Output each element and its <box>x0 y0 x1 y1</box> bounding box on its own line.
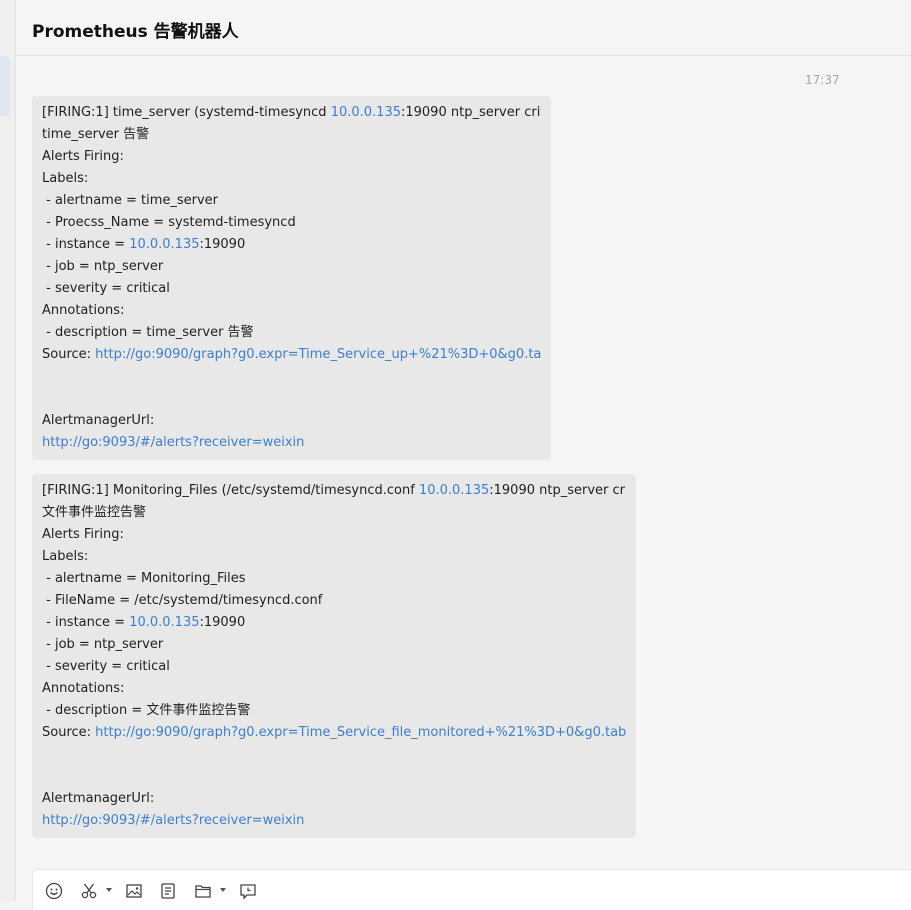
message-text: - description = 文件事件监控告警 <box>42 703 251 718</box>
image-icon[interactable] <box>123 880 145 902</box>
message-link[interactable]: http://go:9093/#/alerts?receiver=weixin <box>42 813 304 828</box>
message-text: AlertmanagerUrl: <box>42 413 155 428</box>
message-link[interactable]: http://go:9090/graph?g0.expr=Time_Servic… <box>95 347 541 362</box>
message-text: - severity = critical <box>42 281 170 296</box>
message-text: - alertname = time_server <box>42 193 219 208</box>
message-line: Alerts Firing: <box>42 524 626 546</box>
message-input-area[interactable] <box>32 869 911 910</box>
message-text: :19090 <box>199 237 246 252</box>
message-line: - instance = 10.0.0.135:19090 <box>42 234 541 256</box>
message-text: - job = ntp_server <box>42 259 164 274</box>
message-line: Source: http://go:9090/graph?g0.expr=Tim… <box>42 722 626 744</box>
message-link[interactable]: 10.0.0.135 <box>129 237 199 252</box>
message-line: - job = ntp_server <box>42 256 541 278</box>
message-line: Labels: <box>42 168 541 190</box>
message-text: - FileName = /etc/systemd/timesyncd.conf <box>42 593 323 608</box>
message-text: [FIRING:1] time_server (systemd-timesync… <box>42 105 331 120</box>
message-line: - FileName = /etc/systemd/timesyncd.conf <box>42 590 626 612</box>
selected-chat-indicator <box>0 56 10 116</box>
message-text: - instance = <box>42 237 130 252</box>
message-text: :19090 ntp_server critical) <box>489 483 626 498</box>
message-timestamp: 17:37 <box>805 73 840 87</box>
message-line: http://go:9093/#/alerts?receiver=weixin <box>42 432 541 454</box>
message-line <box>42 388 541 410</box>
message-line <box>42 766 626 788</box>
message-link[interactable]: 10.0.0.135 <box>331 105 401 120</box>
message-text: - alertname = Monitoring_Files <box>42 571 246 586</box>
message-text: - Proecss_Name = systemd-timesyncd <box>42 215 296 230</box>
message-line: [FIRING:1] time_server (systemd-timesync… <box>42 102 541 124</box>
chat-title: Prometheus 告警机器人 <box>32 22 239 42</box>
message-link[interactable]: 10.0.0.135 <box>419 483 489 498</box>
message-text: :19090 ntp_server critical) <box>400 105 541 120</box>
message-line: - description = 文件事件监控告警 <box>42 700 626 722</box>
message-line: Annotations: <box>42 678 626 700</box>
message-text: 文件事件监控告警 <box>42 505 147 520</box>
emoji-icon[interactable] <box>43 880 65 902</box>
message-link[interactable]: http://go:9090/graph?g0.expr=Time_Servic… <box>95 725 626 740</box>
message-line: - alertname = Monitoring_Files <box>42 568 626 590</box>
message-bubble: [FIRING:1] Monitoring_Files (/etc/system… <box>32 474 636 838</box>
folder-icon[interactable] <box>192 880 214 902</box>
message-line: - instance = 10.0.0.135:19090 <box>42 612 626 634</box>
message-bubble: [FIRING:1] time_server (systemd-timesync… <box>32 96 551 460</box>
left-sidebar-strip <box>0 0 16 901</box>
message-line: Annotations: <box>42 300 541 322</box>
message-text: Alerts Firing: <box>42 527 124 542</box>
chat-header: Prometheus 告警机器人 <box>16 0 911 56</box>
message-line: Alerts Firing: <box>42 146 541 168</box>
message-text: Alerts Firing: <box>42 149 124 164</box>
message-text: - description = time_server 告警 <box>42 325 254 340</box>
message-text: Source: <box>42 347 96 362</box>
message-line: [FIRING:1] Monitoring_Files (/etc/system… <box>42 480 626 502</box>
folder-options-chevron-down-icon[interactable] <box>220 888 226 892</box>
message-line: - alertname = time_server <box>42 190 541 212</box>
message-text: - instance = <box>42 615 130 630</box>
message-text: Labels: <box>42 549 89 564</box>
message-line: - severity = critical <box>42 656 626 678</box>
message-link[interactable]: http://go:9093/#/alerts?receiver=weixin <box>42 435 304 450</box>
message-line: AlertmanagerUrl: <box>42 788 626 810</box>
message-line: Source: http://go:9090/graph?g0.expr=Tim… <box>42 344 541 366</box>
message-text: Labels: <box>42 171 89 186</box>
message-link[interactable]: 10.0.0.135 <box>129 615 199 630</box>
screenshot-options-chevron-down-icon[interactable] <box>106 888 112 892</box>
message-line: time_server 告警 <box>42 124 541 146</box>
message-line: Labels: <box>42 546 626 568</box>
message-text: Annotations: <box>42 303 125 318</box>
message-text: - job = ntp_server <box>42 637 164 652</box>
message-line <box>42 366 541 388</box>
message-text: AlertmanagerUrl: <box>42 791 155 806</box>
message-line: - severity = critical <box>42 278 541 300</box>
message-line: - description = time_server 告警 <box>42 322 541 344</box>
message-line: AlertmanagerUrl: <box>42 410 541 432</box>
message-line: - Proecss_Name = systemd-timesyncd <box>42 212 541 234</box>
message-text: - severity = critical <box>42 659 170 674</box>
message-text: time_server 告警 <box>42 127 150 142</box>
chat-history-icon[interactable] <box>237 880 259 902</box>
message-line: - job = ntp_server <box>42 634 626 656</box>
message-text: :19090 <box>199 615 246 630</box>
message-text: Source: <box>42 725 96 740</box>
message-line: 文件事件监控告警 <box>42 502 626 524</box>
message-line: http://go:9093/#/alerts?receiver=weixin <box>42 810 626 832</box>
document-icon[interactable] <box>157 880 179 902</box>
message-text: [FIRING:1] Monitoring_Files (/etc/system… <box>42 483 419 498</box>
message-line <box>42 744 626 766</box>
screenshot-scissors-icon[interactable] <box>78 880 100 902</box>
message-text: Annotations: <box>42 681 125 696</box>
